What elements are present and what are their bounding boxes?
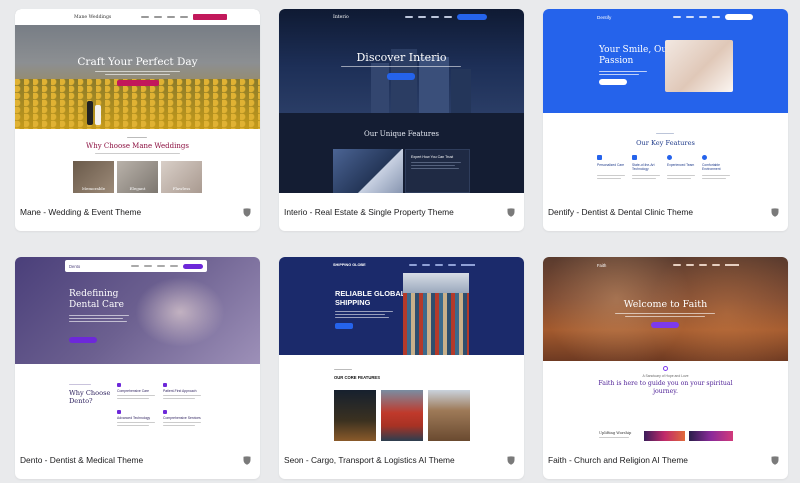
patient-icon [163,383,167,387]
theme-preview-interio[interactable]: Interio Discover Interio Our Unique Feat… [279,9,524,193]
feature-label: Comprehensive Services [163,416,201,420]
tech-icon [632,155,637,160]
preview-sub-label: A Sanctuary of Hope and Love [642,374,689,378]
care-icon [117,383,121,387]
theme-title[interactable]: Seon - Cargo, Transport & Logistics AI T… [284,455,455,465]
feature-label: Comprehensive Care [117,389,150,393]
shield-icon [243,207,251,217]
heart-icon [663,366,668,371]
theme-title[interactable]: Mane - Wedding & Event Theme [20,207,141,217]
theme-card-footer: Dento - Dentist & Medical Theme [15,441,260,479]
shield-icon [771,207,779,217]
feature-label: Patient-First Approach [163,389,197,393]
preview-cta-button [193,14,227,20]
theme-card-faith[interactable]: Faith Welcome to Faith A Sanctuary of Ho… [543,257,788,479]
shield-icon [507,207,515,217]
theme-preview-faith[interactable]: Faith Welcome to Faith A Sanctuary of Ho… [543,257,788,441]
feature-label: Experienced Team [667,163,695,167]
theme-preview-mane[interactable]: Mane Weddings Craft Your Perfect Day Why… [15,9,260,193]
comfort-icon [702,155,707,160]
shield-icon [243,455,251,465]
preview-logo: Dento [69,263,81,269]
preview-section-heading: Our Key Features [636,139,695,147]
theme-card-footer: Faith - Church and Religion AI Theme [543,441,788,479]
preview-heading: Your Smile, Our Passion [599,45,672,66]
theme-card-footer: Dentify - Dentist & Dental Clinic Theme [543,193,788,231]
preview-section-heading: OUR CORE FEATURES [334,375,380,380]
feature-label: Personalized Care [597,163,625,167]
preview-tile-label: Flawless [172,186,191,191]
theme-card-footer: Mane - Wedding & Event Theme [15,193,260,231]
shield-icon [507,455,515,465]
preview-logo: Faith [597,262,607,268]
preview-tile-label: Elegant [129,186,146,191]
preview-heading: RELIABLE GLOBAL SHIPPING [335,289,406,307]
theme-title[interactable]: Faith - Church and Religion AI Theme [548,455,688,465]
preview-hero-button [69,337,97,343]
theme-card-dento[interactable]: Dento Redefining Dental Care Why Choose … [15,257,260,479]
preview-logo: Interio [333,14,349,20]
preview-heading: Craft Your Perfect Day [77,56,198,68]
theme-preview-seon[interactable]: SHIPPING GLOBE RELIABLE GLOBAL SHIPPING … [279,257,524,441]
preview-hero-button [599,79,627,85]
theme-card-seon[interactable]: SHIPPING GLOBE RELIABLE GLOBAL SHIPPING … [279,257,524,479]
team-icon [667,155,672,160]
preview-cta-button [457,14,487,20]
preview-hero-button [335,323,353,329]
preview-tile-label: Memorable [81,186,106,191]
preview-hero-button [117,80,159,86]
preview-heading: Redefining Dental Care [69,289,124,310]
preview-cta-button [725,14,753,20]
preview-feature-label: Expert How You Can Trust [411,155,454,159]
theme-preview-dento[interactable]: Dento Redefining Dental Care Why Choose … [15,257,260,441]
preview-section-heading: Why Choose Mane Weddings [86,142,189,150]
preview-cta-button [183,263,203,269]
theme-title[interactable]: Interio - Real Estate & Single Property … [284,207,454,217]
theme-card-interio[interactable]: Interio Discover Interio Our Unique Feat… [279,9,524,231]
preview-section-heading: Our Unique Features [363,130,439,138]
theme-title[interactable]: Dento - Dentist & Medical Theme [20,455,143,465]
technology-icon [117,410,121,414]
theme-card-footer: Seon - Cargo, Transport & Logistics AI T… [279,441,524,479]
preview-event-label: Uplifting Worship [599,431,632,435]
shield-icon [771,455,779,465]
preview-heading: Welcome to Faith [623,299,708,310]
preview-hero-button [387,73,415,80]
theme-card-dentify[interactable]: Dentify Your Smile, Our Passion Our Key … [543,9,788,231]
theme-preview-dentify[interactable]: Dentify Your Smile, Our Passion Our Key … [543,9,788,193]
theme-card-mane[interactable]: Mane Weddings Craft Your Perfect Day Why… [15,9,260,231]
preview-hero-button [651,322,679,328]
preview-heading: Discover Interio [356,51,447,64]
feature-label: State-of-the-Art Technology [632,163,655,171]
services-icon [163,410,167,414]
theme-title[interactable]: Dentify - Dentist & Dental Clinic Theme [548,207,693,217]
preview-section-heading: Faith is here to guide you on your spiri… [598,380,733,395]
theme-card-footer: Interio - Real Estate & Single Property … [279,193,524,231]
preview-logo: Mane Weddings [74,14,112,20]
preview-section-heading: Why Choose Dento? [69,389,111,405]
feature-label: Comfortable Environment [702,163,721,171]
preview-logo: SHIPPING GLOBE [333,263,366,267]
preview-logo: Dentify [597,14,612,20]
tooth-icon [597,155,602,160]
feature-label: Advanced Technology [117,416,151,420]
